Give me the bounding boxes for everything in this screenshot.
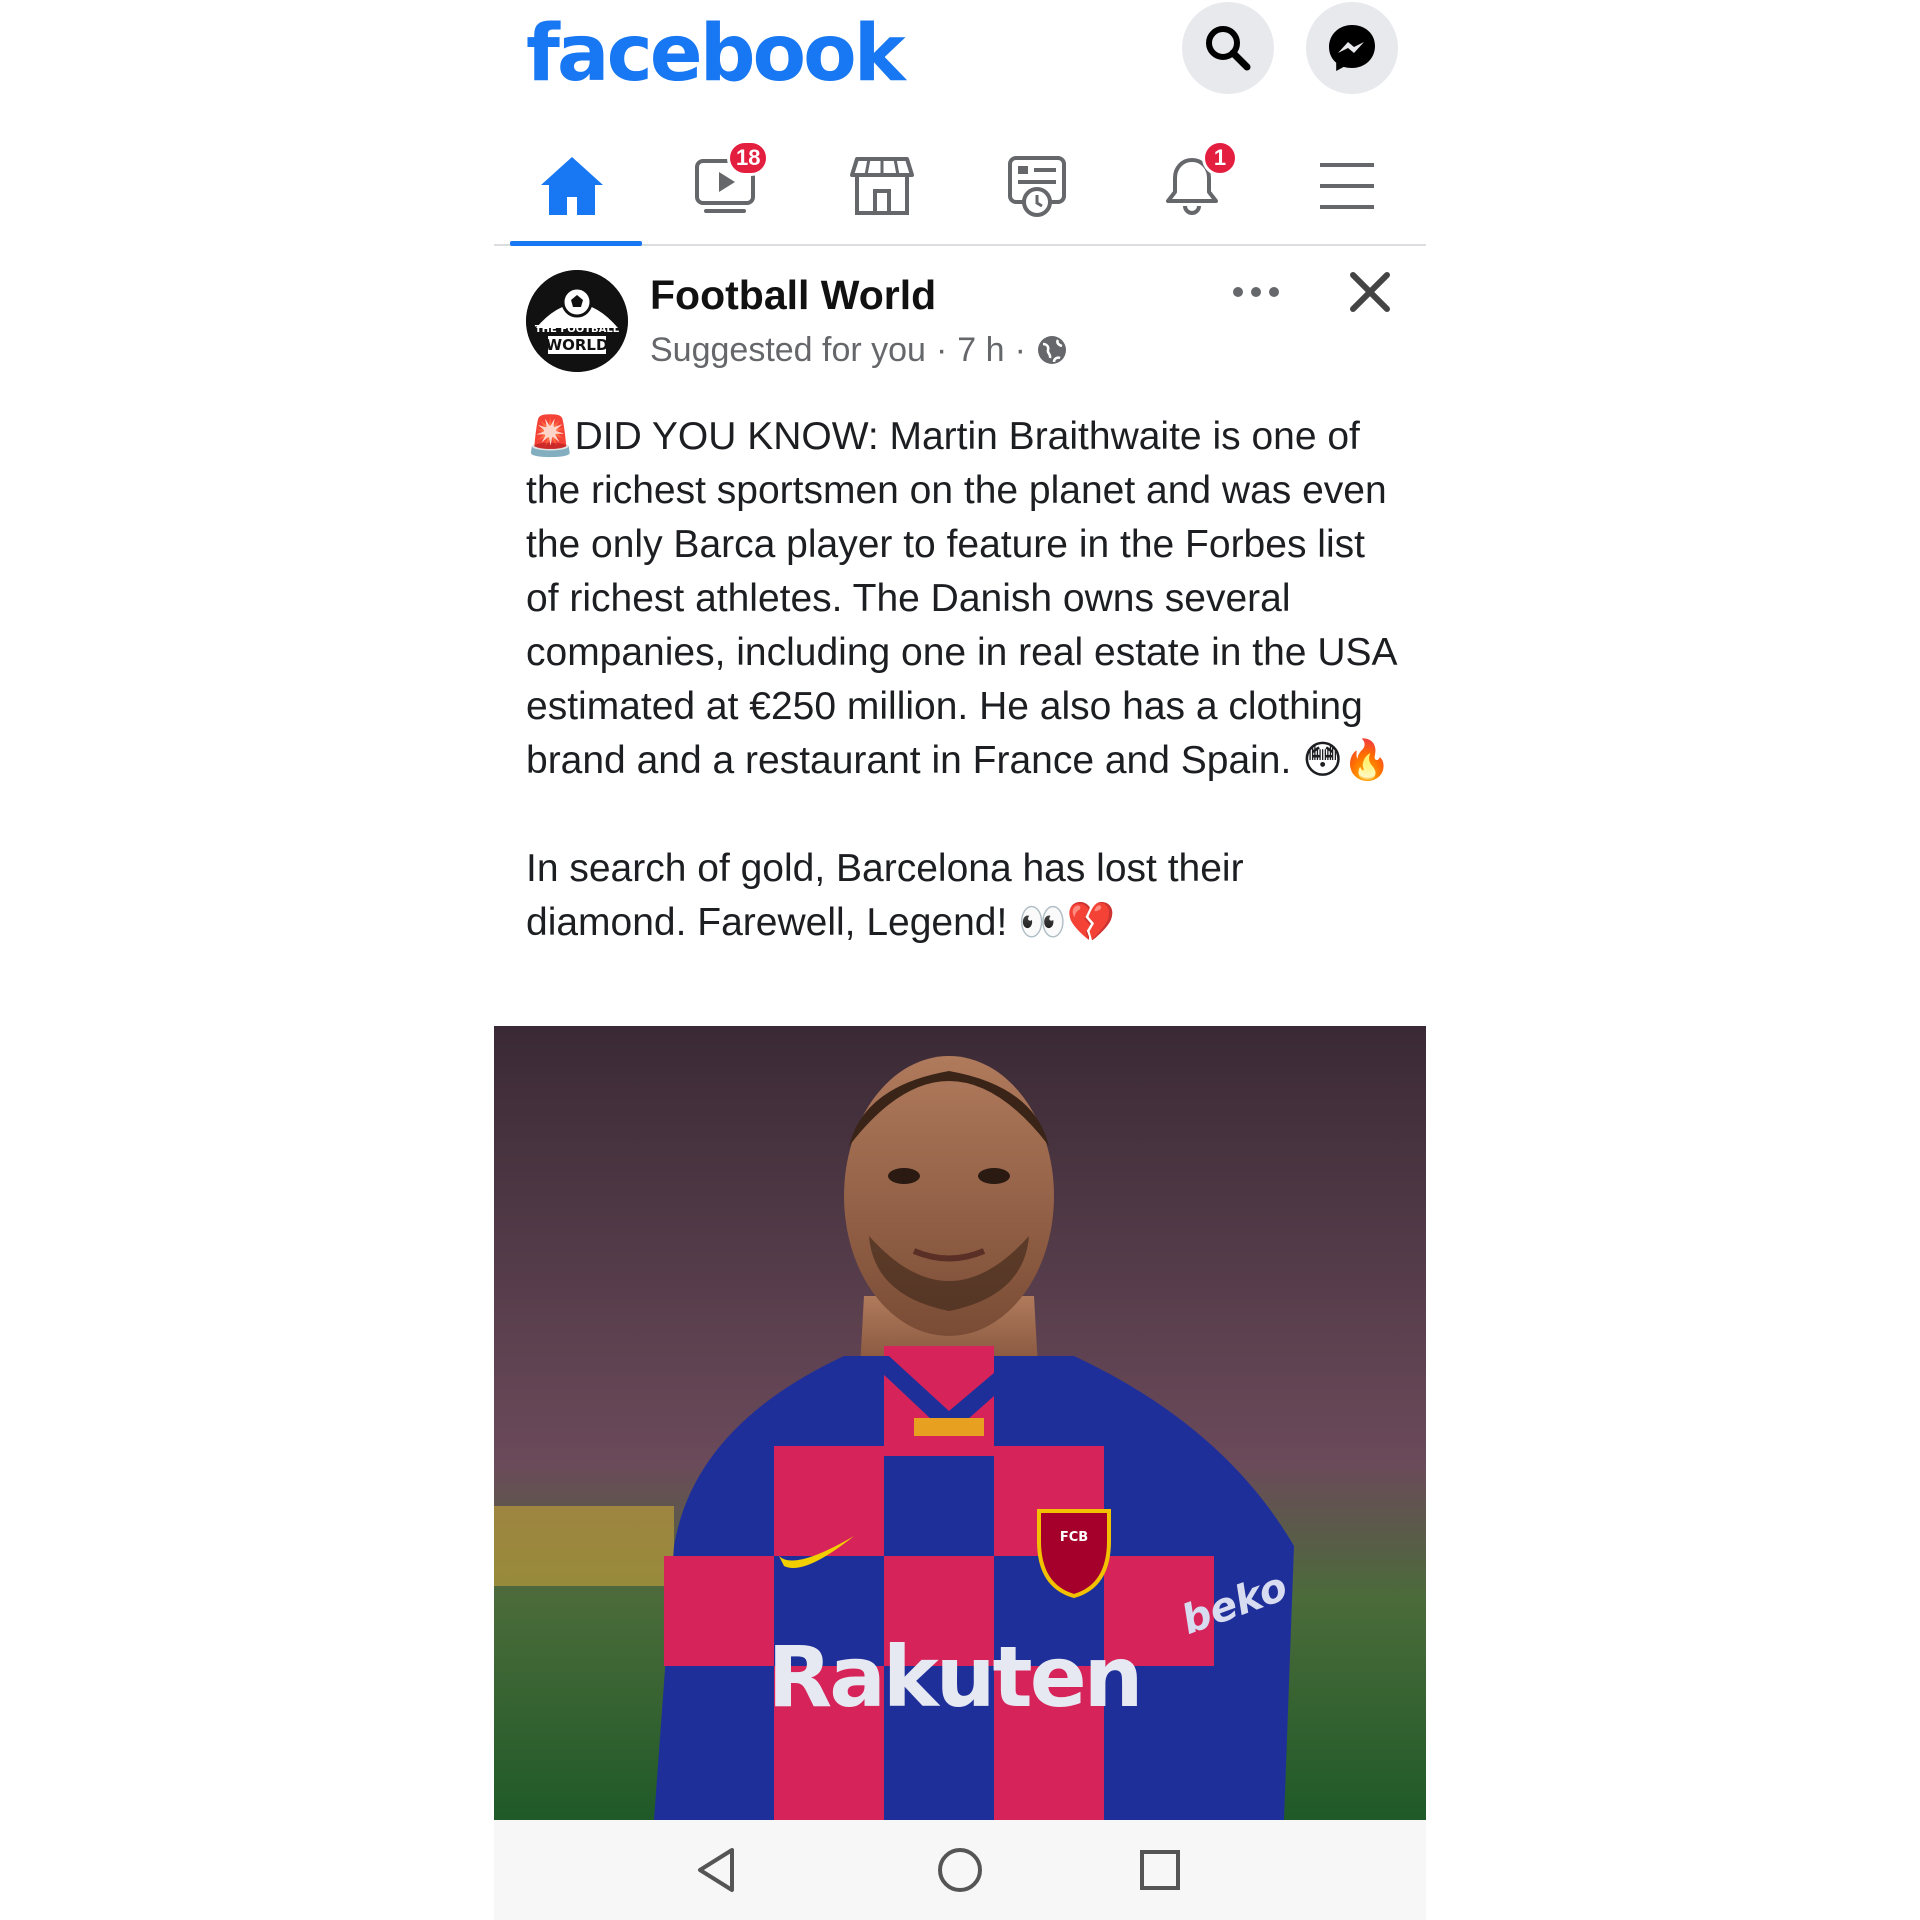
- meta-separator: ·: [935, 331, 948, 369]
- home-nav-button[interactable]: [930, 1840, 990, 1900]
- facebook-logo[interactable]: facebook: [526, 4, 906, 104]
- marketplace-icon: [850, 157, 914, 215]
- avatar-text-bottom: WORLD: [546, 336, 609, 354]
- shirt-sponsor: Rakuten: [768, 1628, 1141, 1726]
- siren-emoji: 🚨: [526, 414, 575, 459]
- post-image[interactable]: FCB Rakuten beko: [494, 1026, 1426, 1820]
- back-icon: [698, 1848, 734, 1892]
- tab-bar: 18 1: [494, 128, 1426, 246]
- messenger-button[interactable]: [1306, 2, 1398, 94]
- post-paragraph-1: 🚨DID YOU KNOW: Martin Braithwaite is one…: [526, 414, 1396, 783]
- meta-separator-2: ·: [1014, 331, 1026, 369]
- page-name[interactable]: Football World: [650, 270, 936, 320]
- football-world-logo: THE FOOTBALL WORLD: [526, 270, 628, 372]
- facebook-app: facebook 18 1 THE FOOTBALL WORLD Footbal…: [494, 0, 1426, 1920]
- post-time[interactable]: 7 h: [957, 328, 1004, 372]
- tab-marketplace[interactable]: [812, 128, 952, 244]
- recents-button[interactable]: [1130, 1840, 1190, 1900]
- tab-notifications[interactable]: 1: [1122, 128, 1262, 244]
- notifications-badge: 1: [1202, 140, 1238, 176]
- watch-badge: 18: [727, 140, 770, 176]
- circle-home-icon: [938, 1848, 982, 1892]
- page-avatar[interactable]: THE FOOTBALL WORLD: [526, 270, 628, 372]
- avatar-text-top: THE FOOTBALL: [535, 324, 620, 335]
- post-text: 🚨DID YOU KNOW: Martin Braithwaite is one…: [526, 410, 1406, 950]
- search-button[interactable]: [1182, 2, 1274, 94]
- tab-home[interactable]: [502, 128, 642, 246]
- back-button[interactable]: [686, 1840, 746, 1900]
- more-options-button[interactable]: [1226, 270, 1286, 314]
- post-meta: Suggested for you · 7 h ·: [650, 328, 1068, 372]
- news-icon: [1008, 156, 1066, 217]
- hide-post-button[interactable]: [1342, 264, 1398, 320]
- eyes-broken-heart-emoji: 👀💔: [1018, 900, 1116, 945]
- square-recents-icon: [1140, 1850, 1180, 1890]
- suggested-label: Suggested for you: [650, 331, 926, 369]
- close-icon: [1350, 272, 1390, 312]
- globe-icon: [1037, 336, 1066, 364]
- system-nav-bar: [494, 1820, 1426, 1920]
- messenger-icon: [1329, 25, 1375, 71]
- crest-text: FCB: [1060, 1530, 1088, 1545]
- hamburger-icon: [1320, 163, 1374, 209]
- tab-menu[interactable]: [1277, 128, 1417, 244]
- search-icon: [1206, 26, 1251, 71]
- flushed-fire-emoji: 😳🔥: [1302, 738, 1392, 783]
- post-paragraph-2: In search of gold, Barcelona has lost th…: [526, 847, 1244, 945]
- home-icon: [541, 157, 603, 215]
- tab-news[interactable]: [967, 128, 1107, 244]
- player-photo: FCB Rakuten beko: [494, 1026, 1426, 1820]
- tab-watch[interactable]: 18: [657, 128, 797, 244]
- more-icon: [1233, 287, 1279, 297]
